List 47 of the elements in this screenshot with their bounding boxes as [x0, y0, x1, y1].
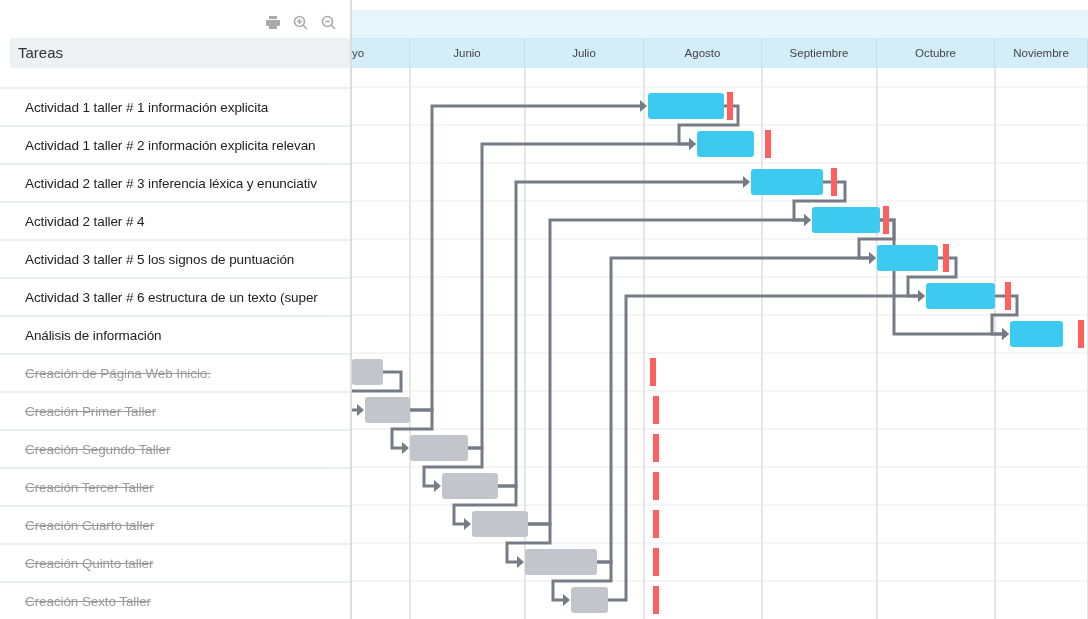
- task-bar[interactable]: [442, 473, 498, 499]
- task-bar[interactable]: [751, 169, 823, 195]
- task-bar[interactable]: [926, 283, 995, 309]
- task-bar[interactable]: [877, 245, 938, 271]
- task-name[interactable]: Análisis de información: [25, 327, 162, 343]
- zoom-in-icon[interactable]: [293, 14, 308, 30]
- deadline-marker: [727, 92, 733, 120]
- task-bar[interactable]: [812, 207, 880, 233]
- month-label: Septiembre: [762, 38, 877, 68]
- task-bar[interactable]: [410, 435, 468, 461]
- deadline-marker: [883, 206, 889, 234]
- deadline-marker: [831, 168, 837, 196]
- task-bar[interactable]: [648, 93, 724, 119]
- month-label: Junio: [410, 38, 525, 68]
- task-name[interactable]: Actividad 2 taller # 3 inferencia léxica y enunciativ: [25, 175, 317, 191]
- deadline-marker: [653, 510, 659, 538]
- deadline-marker: [653, 548, 659, 576]
- month-label: Noviembre: [995, 38, 1088, 68]
- deadline-marker: [943, 244, 949, 272]
- task-bar[interactable]: [697, 131, 754, 157]
- month-label: Agosto: [644, 38, 762, 68]
- task-name[interactable]: Actividad 1 taller # 2 información explicita relevan: [25, 137, 316, 153]
- deadline-marker: [1005, 282, 1011, 310]
- task-bar[interactable]: [1010, 321, 1063, 347]
- deadline-marker: [650, 358, 656, 386]
- task-name[interactable]: Actividad 3 taller # 6 estructura de un texto (super: [25, 289, 318, 305]
- task-name[interactable]: Actividad 3 taller # 5 los signos de puntuación: [25, 251, 295, 267]
- month-label: yo: [352, 38, 410, 68]
- task-name[interactable]: Actividad 1 taller # 1 información explicita: [25, 99, 269, 115]
- month-label: Julio: [525, 38, 644, 68]
- deadline-marker: [653, 586, 659, 614]
- dependency-arrow: [352, 370, 403, 416]
- deadline-marker: [1078, 320, 1084, 348]
- month-label: Octubre: [877, 38, 995, 68]
- task-bar[interactable]: [525, 549, 597, 575]
- task-bar[interactable]: [352, 359, 383, 385]
- print-icon[interactable]: [266, 15, 280, 29]
- grid-header: Tareas: [10, 38, 350, 68]
- deadline-marker: [653, 396, 659, 424]
- task-name[interactable]: Actividad 2 taller # 4: [25, 213, 145, 229]
- deadline-marker: [765, 130, 771, 158]
- zoom-out-icon[interactable]: [321, 14, 336, 30]
- task-bar[interactable]: [472, 511, 528, 537]
- deadline-marker: [653, 434, 659, 462]
- task-bar[interactable]: [571, 587, 608, 613]
- task-bar[interactable]: [365, 397, 410, 423]
- deadline-marker: [653, 472, 659, 500]
